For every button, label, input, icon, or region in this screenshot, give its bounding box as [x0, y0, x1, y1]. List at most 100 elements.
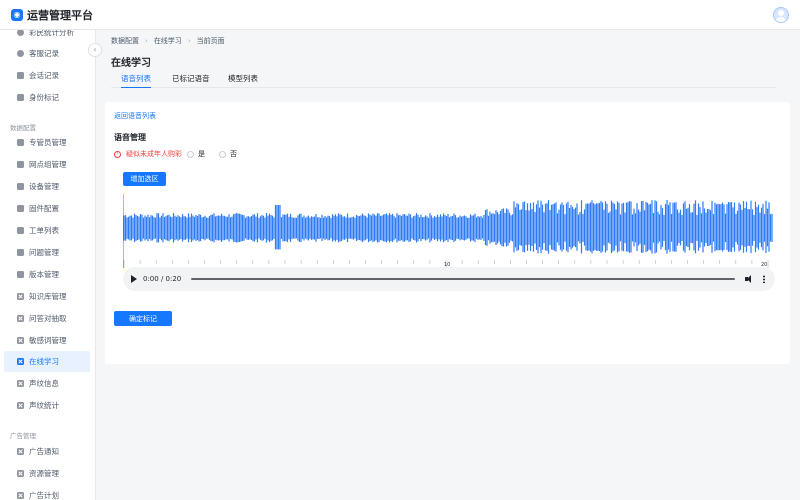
x-box-icon: [17, 293, 24, 300]
dot-icon: [17, 30, 24, 36]
sidebar-item-label: 客服记录: [29, 49, 59, 58]
breadcrumb-item[interactable]: 在线学习: [154, 36, 182, 46]
doc-icon: [17, 271, 24, 278]
sidebar-item-devices[interactable]: 设备管理: [4, 176, 90, 197]
sidebar-item-label: 版本管理: [29, 270, 59, 279]
audio-waveform[interactable]: 10 20: [123, 194, 775, 268]
voice-management-card: 返回语音列表 语音管理 ! 疑似未成年人购彩 是 否 增加选区 10 20 0:…: [105, 102, 790, 364]
sidebar-item-ad-notices[interactable]: 广告通知: [4, 441, 90, 462]
grid-icon: [17, 161, 24, 168]
volume-icon[interactable]: [745, 275, 755, 283]
sidebar-item-firmware[interactable]: 固件配置: [4, 198, 90, 219]
x-box-icon: [17, 337, 24, 344]
doc-icon: [17, 227, 24, 234]
confirm-mark-button[interactable]: 确定标记: [114, 311, 172, 326]
breadcrumb-item[interactable]: 数据配置: [111, 36, 139, 46]
sidebar: 彩民统计分析 客服记录 会话记录 身份标记 数据配置 专管员管理 网点组管理 设…: [0, 30, 96, 500]
add-region-button[interactable]: 增加选区: [123, 172, 166, 186]
chat-bubble-icon: ◉: [11, 8, 23, 21]
sidebar-item-work-orders[interactable]: 工单列表: [4, 220, 90, 241]
sidebar-item-qa-extraction[interactable]: 问答对抽取: [4, 308, 90, 329]
sidebar-item-sessions[interactable]: 会话记录: [4, 65, 90, 86]
page-title: 在线学习: [111, 58, 151, 69]
sidebar-item-outlet-groups[interactable]: 网点组管理: [4, 154, 90, 175]
sidebar-item-label: 会话记录: [29, 71, 59, 80]
sidebar-item-label: 广告计划: [29, 491, 59, 500]
tab-model-list[interactable]: 模型列表: [228, 73, 258, 88]
doc-icon: [17, 94, 24, 101]
sidebar-group-data-config: 数据配置: [10, 124, 36, 132]
sidebar-item-label: 知识库管理: [29, 292, 67, 301]
warning-icon: !: [114, 150, 121, 158]
sidebar-item-sensitive-words[interactable]: 敏感词管理: [4, 330, 90, 351]
sidebar-item-label: 问题管理: [29, 248, 59, 257]
sidebar-item-label: 问答对抽取: [29, 314, 67, 323]
sidebar-item-label: 固件配置: [29, 204, 59, 213]
minor-purchase-question: ! 疑似未成年人购彩 是 否: [114, 149, 251, 159]
x-box-icon: [17, 358, 24, 365]
sidebar-item-managers[interactable]: 专管员管理: [4, 132, 90, 153]
breadcrumb-current: 当前页面: [196, 37, 225, 45]
top-bar: ◉ 运营管理平台: [0, 0, 800, 30]
sidebar-item-knowledge-base[interactable]: 知识库管理: [4, 286, 90, 307]
tab-bar: 语音列表 已标记语音 模型列表: [111, 72, 776, 88]
sidebar-item-player-analysis[interactable]: 彩民统计分析: [4, 30, 90, 43]
sidebar-item-versions[interactable]: 版本管理: [4, 264, 90, 285]
x-box-icon: [17, 492, 24, 499]
sidebar-item-label: 声纹统计: [29, 401, 59, 410]
x-box-icon: [17, 315, 24, 322]
radio-label: 否: [230, 150, 237, 158]
sidebar-item-label: 敏感词管理: [29, 336, 67, 345]
sidebar-item-online-learning[interactable]: 在线学习: [4, 351, 90, 372]
audio-player: 0:00 / 0:20: [123, 267, 775, 291]
play-icon[interactable]: [131, 275, 137, 283]
waveform-bars: [123, 200, 773, 254]
sidebar-item-identity-tags[interactable]: 身份标记: [4, 87, 90, 108]
breadcrumb: 数据配置 › 在线学习 › 当前页面: [111, 36, 225, 46]
sidebar-item-service-records[interactable]: 客服记录: [4, 43, 90, 64]
radio-yes[interactable]: 是: [187, 149, 205, 159]
app-title: 运营管理平台: [27, 8, 93, 22]
sidebar-item-label: 网点组管理: [29, 160, 67, 169]
app-logo[interactable]: ◉ 运营管理平台: [11, 7, 93, 23]
sidebar-item-resources[interactable]: 资源管理: [4, 463, 90, 484]
sidebar-group-ads: 广告管理: [10, 432, 36, 440]
sidebar-item-label: 设备管理: [29, 182, 59, 191]
folder-icon: [17, 139, 24, 146]
sidebar-item-ad-plans[interactable]: 广告计划: [4, 485, 90, 500]
x-box-icon: [17, 402, 24, 409]
chevron-right-icon: ›: [187, 37, 191, 45]
x-box-icon: [17, 448, 24, 455]
main-content: 数据配置 › 在线学习 › 当前页面 在线学习 语音列表 已标记语音 模型列表 …: [96, 30, 800, 500]
sidebar-item-label: 在线学习: [29, 357, 59, 366]
x-box-icon: [17, 380, 24, 387]
sidebar-item-issues[interactable]: 问题管理: [4, 242, 90, 263]
player-progress-bar[interactable]: [191, 278, 735, 280]
doc-icon: [17, 183, 24, 190]
player-time: 0:00 / 0:20: [143, 275, 182, 283]
sidebar-item-voiceprint-info[interactable]: 声纹信息: [4, 373, 90, 394]
doc-icon: [17, 72, 24, 79]
radio-no[interactable]: 否: [219, 149, 237, 159]
sidebar-item-label: 资源管理: [29, 469, 59, 478]
sidebar-item-label: 身份标记: [29, 93, 59, 102]
sidebar-item-label: 声纹信息: [29, 379, 59, 388]
sidebar-item-label: 专管员管理: [29, 138, 67, 147]
sidebar-item-voiceprint-stats[interactable]: 声纹统计: [4, 395, 90, 416]
doc-icon: [17, 205, 24, 212]
back-to-list-link[interactable]: 返回语音列表: [114, 111, 156, 121]
tab-voice-list[interactable]: 语音列表: [121, 73, 151, 88]
sidebar-item-label: 广告通知: [29, 447, 59, 456]
radio-circle-icon: [187, 150, 194, 158]
user-avatar[interactable]: [773, 7, 789, 23]
radio-circle-icon: [219, 150, 226, 158]
dot-icon: [17, 50, 24, 57]
more-vertical-icon[interactable]: [763, 275, 765, 283]
section-title: 语音管理: [114, 133, 146, 142]
sidebar-item-label: 工单列表: [29, 226, 59, 235]
radio-label: 是: [198, 150, 205, 158]
x-box-icon: [17, 470, 24, 477]
chevron-right-icon: ›: [145, 37, 148, 45]
doc-icon: [17, 249, 24, 256]
tab-marked-voices[interactable]: 已标记语音: [172, 73, 210, 88]
